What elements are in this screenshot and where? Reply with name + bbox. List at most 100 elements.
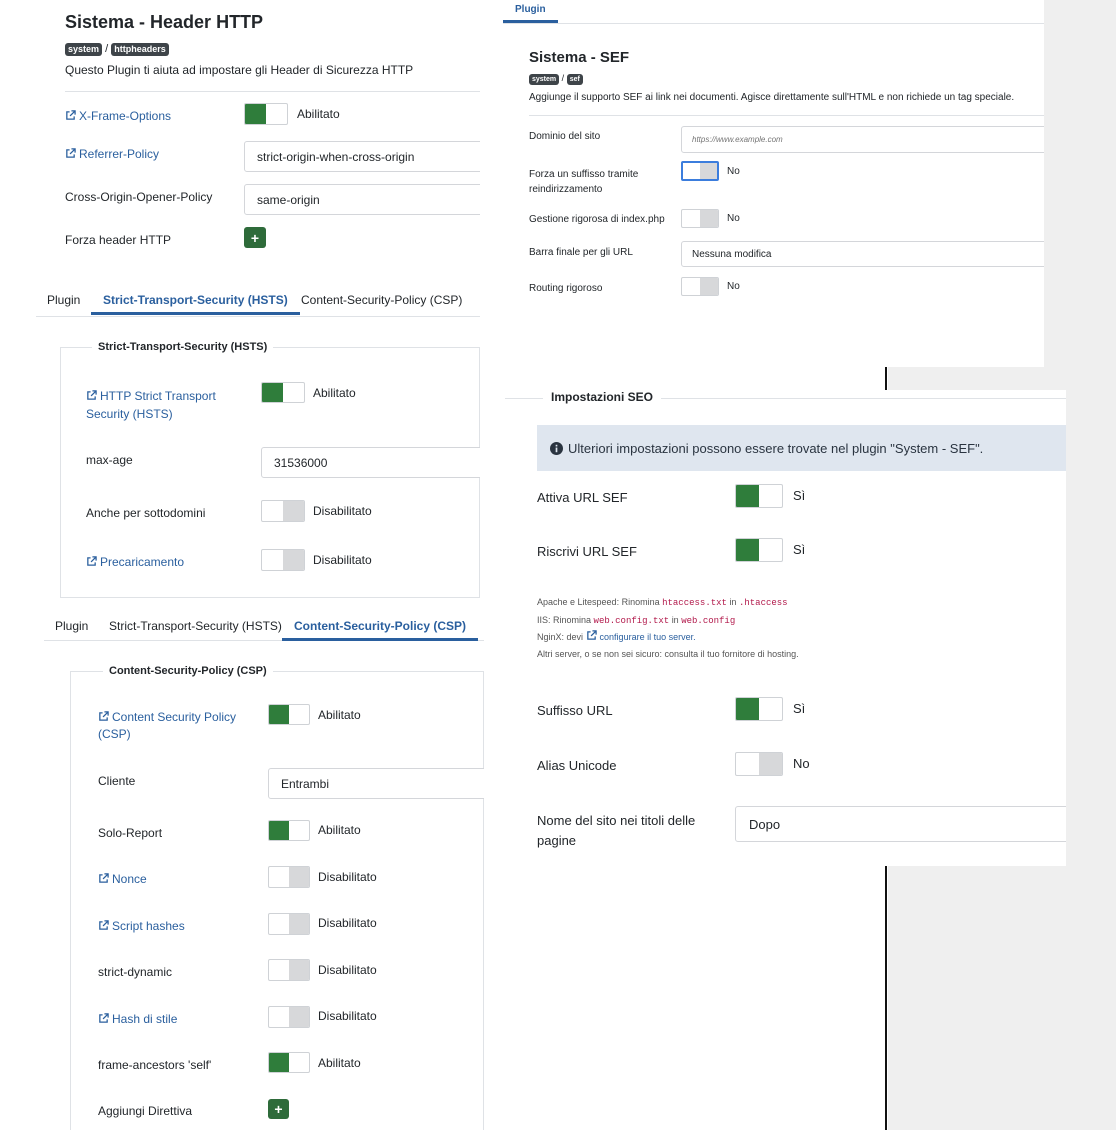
external-link-icon (66, 110, 76, 120)
coop-select[interactable]: same-origin (244, 184, 480, 215)
unicode-alias-label: Alias Unicode (537, 758, 617, 773)
external-link-icon (99, 1013, 109, 1023)
rewrite-notes: Apache e Litespeed: Rinomina htaccess.tx… (537, 594, 799, 662)
sef-panel: Plugin Sistema - SEF system / sef Aggiun… (503, 0, 1044, 367)
seo-legend: Impostazioni SEO (543, 390, 662, 404)
strict-dynamic-state: Disabilitato (318, 963, 377, 977)
unicode-alias-toggle[interactable] (735, 752, 783, 776)
url-suffix-state: Sì (793, 701, 806, 716)
info-icon (550, 441, 563, 455)
hsts-tabbar: Plugin Strict-Transport-Security (HSTS) … (36, 283, 480, 317)
referrer-policy-select[interactable]: strict-origin-when-cross-origin (244, 141, 480, 172)
tab-csp[interactable]: Content-Security-Policy (CSP) (281, 619, 479, 641)
subdomains-state: Disabilitato (313, 504, 372, 518)
preload-toggle[interactable] (261, 549, 305, 571)
tag-plugin: httpheaders (111, 43, 169, 56)
info-text: Ulteriori impostazioni possono essere tr… (568, 440, 984, 456)
suffix-redirect-toggle[interactable] (681, 161, 719, 181)
index-php-state: No (727, 213, 740, 224)
url-suffix-toggle[interactable] (735, 697, 783, 721)
strict-routing-label: Routing rigoroso (529, 283, 603, 294)
nonce-label: Nonce (112, 872, 147, 886)
style-hashes-toggle[interactable] (268, 1006, 310, 1028)
script-hashes-toggle[interactable] (268, 913, 310, 935)
external-link-icon (99, 873, 109, 883)
tab-plugin[interactable]: Plugin (503, 4, 557, 23)
strict-dynamic-toggle[interactable] (268, 959, 310, 981)
xframe-options-link[interactable]: X-Frame-Options (65, 109, 171, 123)
sef-urls-state: Sì (793, 488, 806, 503)
hsts-legend: Strict-Transport-Security (HSTS) (92, 341, 274, 353)
divider-line (885, 866, 887, 1130)
external-link-icon (586, 630, 597, 640)
report-only-state: Abilitato (318, 823, 361, 837)
strict-dynamic-label: strict-dynamic (98, 965, 173, 979)
domain-label: Dominio del sito (529, 131, 601, 142)
referrer-policy-value: strict-origin-when-cross-origin (257, 149, 415, 164)
referrer-policy-link[interactable]: Referrer-Policy (65, 147, 159, 161)
csp-link[interactable]: Content Security Policy (CSP) (98, 709, 238, 743)
iis-note: IIS: Rinomina web.config.txt in web.conf… (537, 614, 736, 626)
nonce-toggle[interactable] (268, 866, 310, 888)
hsts-link[interactable]: HTTP Strict Transport Security (HSTS) (86, 387, 236, 423)
tag-plugin: sef (566, 74, 583, 85)
preload-label: Precaricamento (100, 555, 185, 569)
sef-urls-toggle[interactable] (735, 484, 783, 508)
script-hashes-state: Disabilitato (318, 916, 377, 930)
tab-plugin[interactable]: Plugin (55, 619, 88, 633)
sef-title: Sistema - SEF (529, 49, 630, 66)
tag-system: system (65, 43, 103, 56)
client-label: Cliente (98, 774, 136, 788)
csp-tabbar: Plugin Strict-Transport-Security (HSTS) … (44, 607, 484, 641)
trailing-slash-select[interactable]: Nessuna modifica (681, 241, 1044, 267)
csp-toggle[interactable] (268, 704, 310, 725)
rewrite-urls-state: Sì (793, 542, 806, 557)
style-hashes-link[interactable]: Hash di stile (98, 1012, 177, 1026)
tab-hsts[interactable]: Strict-Transport-Security (HSTS) (109, 619, 282, 633)
info-alert: Ulteriori impostazioni possono essere tr… (537, 425, 1066, 471)
domain-input[interactable] (681, 126, 1044, 153)
url-suffix-label: Suffisso URL (537, 703, 613, 718)
client-select[interactable]: Entrambi (268, 768, 484, 799)
tab-hsts[interactable]: Strict-Transport-Security (HSTS) (91, 293, 300, 315)
add-directive-label: Aggiungi Direttiva (98, 1104, 193, 1118)
plugin-tags: system / httpheaders (65, 43, 169, 56)
frame-ancestors-toggle[interactable] (268, 1052, 310, 1073)
configure-server-link[interactable]: configurare il tuo server. (586, 630, 696, 642)
subdomains-toggle[interactable] (261, 500, 305, 522)
client-value: Entrambi (281, 776, 330, 791)
header-divider (65, 91, 480, 92)
tab-csp[interactable]: Content-Security-Policy (CSP) (301, 293, 462, 307)
preload-link[interactable]: Precaricamento (86, 555, 184, 569)
hsts-label: HTTP Strict Transport Security (HSTS) (86, 389, 216, 421)
rewrite-urls-toggle[interactable] (735, 538, 783, 562)
csp-legend: Content-Security-Policy (CSP) (103, 665, 273, 677)
csp-panel: Plugin Strict-Transport-Security (HSTS) … (44, 607, 484, 1130)
report-only-toggle[interactable] (268, 820, 310, 841)
plugin-title: Sistema - Header HTTP (65, 12, 264, 32)
plugin-description: Questo Plugin ti aiuta ad impostare gli … (65, 63, 414, 77)
index-php-toggle[interactable] (681, 209, 719, 228)
add-directive-button[interactable]: + (268, 1099, 289, 1119)
preload-state: Disabilitato (313, 553, 372, 567)
external-link-icon (99, 711, 109, 721)
strict-routing-toggle[interactable] (681, 277, 719, 296)
subdomains-label: Anche per sottodomini (86, 506, 206, 520)
script-hashes-link[interactable]: Script hashes (98, 919, 185, 933)
sef-description: Aggiunge il supporto SEF ai link nei doc… (529, 92, 1015, 103)
hsts-state: Abilitato (313, 386, 356, 400)
add-force-header-button[interactable]: + (244, 227, 266, 248)
site-name-label: Nome del sito nei titoli delle pagine (537, 813, 696, 848)
site-name-select[interactable]: Dopo (735, 806, 1066, 842)
script-hashes-label: Script hashes (112, 919, 185, 933)
csp-state: Abilitato (318, 708, 361, 722)
style-hashes-label: Hash di stile (112, 1012, 178, 1026)
nonce-link[interactable]: Nonce (98, 872, 147, 886)
tab-plugin[interactable]: Plugin (47, 293, 80, 307)
nginx-note: NginX: devi configurare il tuo server. (537, 630, 696, 642)
xframe-options-toggle[interactable] (244, 103, 288, 125)
max-age-input[interactable]: 31536000 (261, 447, 480, 478)
hsts-toggle[interactable] (261, 382, 305, 403)
trailing-slash-value: Nessuna modifica (692, 248, 772, 260)
external-link-icon (99, 920, 109, 930)
